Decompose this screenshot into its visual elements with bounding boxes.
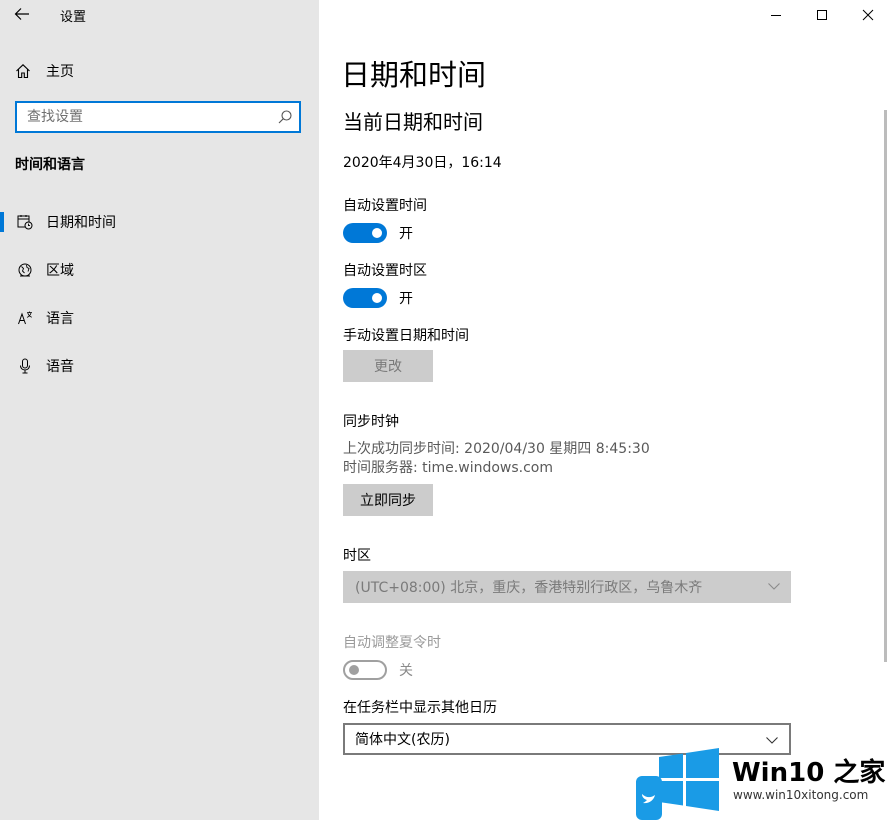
watermark: Win10 之家 www.win10xitong.com: [636, 744, 889, 820]
language-icon: [15, 308, 35, 328]
change-button[interactable]: 更改: [343, 350, 433, 382]
page-title: 日期和时间: [341, 58, 487, 92]
section-title: 时间和语言: [15, 157, 85, 173]
back-arrow-icon: [14, 8, 29, 20]
sidebar: 设置 主页 时间和语言 日期和时间: [0, 0, 319, 820]
sync-heading: 同步时钟: [343, 414, 399, 430]
time-server-text: 时间服务器: time.windows.com: [343, 460, 554, 476]
last-sync-text: 上次成功同步时间: 2020/04/30 星期四 8:45:30: [343, 441, 650, 457]
toggle-knob: [372, 228, 382, 238]
dst-toggle[interactable]: [343, 660, 387, 680]
auto-timezone-toggle-row: 开: [343, 288, 413, 308]
sync-now-button[interactable]: 立即同步: [343, 484, 433, 516]
app-title: 设置: [60, 10, 87, 25]
auto-time-toggle[interactable]: [343, 223, 387, 243]
search-input[interactable]: [17, 103, 277, 131]
watermark-url: www.win10xitong.com: [733, 788, 869, 802]
home-icon: [16, 64, 30, 79]
auto-timezone-toggle[interactable]: [343, 288, 387, 308]
scrollbar[interactable]: [884, 110, 887, 662]
home-label: 主页: [46, 64, 74, 80]
timezone-value: (UTC+08:00) 北京，重庆，香港特别行政区，乌鲁木齐: [355, 580, 703, 596]
toggle-knob: [349, 665, 359, 675]
sidebar-item-label: 日期和时间: [46, 215, 116, 231]
search-icon[interactable]: [277, 109, 293, 125]
toggle-knob: [372, 293, 382, 303]
home-nav-item[interactable]: 主页: [15, 60, 74, 82]
current-datetime-value: 2020年4月30日，16:14: [343, 155, 502, 171]
windows-logo-icon: [659, 748, 719, 811]
sidebar-item-label: 语言: [46, 311, 74, 327]
main-content: 日期和时间 当前日期和时间 2020年4月30日，16:14 自动设置时间 开 …: [319, 0, 889, 820]
dst-state: 关: [399, 663, 413, 679]
auto-timezone-label: 自动设置时区: [343, 263, 427, 279]
timezone-label: 时区: [343, 548, 371, 564]
microphone-icon: [15, 356, 35, 376]
current-datetime-heading: 当前日期和时间: [343, 110, 483, 134]
auto-time-toggle-row: 开: [343, 223, 413, 243]
sidebar-item-language[interactable]: 语言: [0, 298, 319, 338]
manual-set-label: 手动设置日期和时间: [343, 328, 469, 344]
dst-toggle-row: 关: [343, 660, 413, 680]
sidebar-item-label: 区域: [46, 263, 74, 279]
sidebar-item-region[interactable]: 区域: [0, 250, 319, 290]
auto-time-state: 开: [399, 226, 413, 242]
calendar-value: 简体中文(农历): [355, 732, 450, 748]
calendar-label: 在任务栏中显示其他日历: [343, 700, 497, 716]
globe-icon: [15, 260, 35, 280]
auto-timezone-state: 开: [399, 291, 413, 307]
watermark-name: Win10 之家: [732, 758, 886, 788]
back-button[interactable]: [8, 2, 36, 26]
search-box[interactable]: [15, 101, 301, 133]
timezone-select[interactable]: (UTC+08:00) 北京，重庆，香港特别行政区，乌鲁木齐: [343, 571, 791, 603]
calendar-clock-icon: [15, 212, 35, 232]
dst-label: 自动调整夏令时: [343, 635, 441, 651]
sidebar-item-label: 语音: [46, 359, 74, 375]
sidebar-item-speech[interactable]: 语音: [0, 346, 319, 386]
auto-time-label: 自动设置时间: [343, 198, 427, 214]
sidebar-item-date-time[interactable]: 日期和时间: [0, 202, 319, 242]
chevron-down-icon: [768, 583, 780, 590]
